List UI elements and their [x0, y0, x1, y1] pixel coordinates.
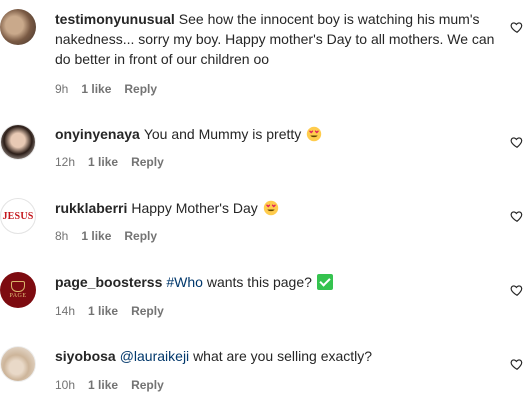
- comment-username[interactable]: page_boosterss: [55, 274, 162, 290]
- avatar-text: JESUS: [2, 210, 34, 222]
- heart-icon[interactable]: [510, 357, 524, 371]
- comment-username[interactable]: siyobosa: [55, 348, 116, 364]
- avatar[interactable]: [0, 124, 36, 160]
- heart-icon[interactable]: [510, 209, 524, 223]
- comment-body: testimonyunusual See how the innocent boy…: [55, 9, 495, 69]
- comment-hashtag[interactable]: #Who: [166, 274, 203, 290]
- comment-time[interactable]: 10h: [55, 378, 75, 392]
- comment-item: JESUS rukklaberri Happy Mother's Day 8h 1 …: [0, 189, 531, 249]
- comment-username[interactable]: rukklaberri: [55, 200, 127, 216]
- comment-username[interactable]: testimonyunusual: [55, 11, 175, 27]
- avatar[interactable]: JESUS: [0, 198, 36, 234]
- comment-body: onyinyenaya You and Mummy is pretty: [55, 124, 495, 144]
- check-mark-icon: [316, 274, 333, 290]
- comment-body: page_boosterss #Who wants this page?: [55, 272, 495, 292]
- comment-item: testimonyunusual See how the innocent boy…: [0, 0, 531, 100]
- comment-meta: 14h 1 like Reply: [55, 303, 177, 319]
- comment-meta: 10h 1 like Reply: [55, 377, 177, 393]
- heart-icon[interactable]: [510, 20, 524, 34]
- reply-button[interactable]: Reply: [124, 229, 157, 243]
- reply-button[interactable]: Reply: [131, 155, 164, 169]
- comment-likes[interactable]: 1 like: [88, 304, 118, 318]
- comment-meta: 8h 1 like Reply: [55, 228, 170, 244]
- heart-eyes-emoji-icon: [263, 200, 278, 216]
- reply-button[interactable]: Reply: [131, 304, 164, 318]
- comment-likes[interactable]: 1 like: [81, 82, 111, 96]
- heart-icon[interactable]: [510, 135, 524, 149]
- avatar[interactable]: [0, 9, 36, 45]
- comment-item: onyinyenaya You and Mummy is pretty 12h 1 …: [0, 115, 531, 175]
- comment-meta: 12h 1 like Reply: [55, 154, 177, 170]
- reply-button[interactable]: Reply: [131, 378, 164, 392]
- comment-text: wants this page?: [206, 274, 312, 290]
- comment-time[interactable]: 12h: [55, 155, 75, 169]
- comment-text: what are you selling exactly?: [193, 348, 373, 364]
- comment-item: siyobosa @lauraikeji what are you selling…: [0, 337, 531, 397]
- avatar[interactable]: [0, 346, 36, 382]
- comment-body: rukklaberri Happy Mother's Day: [55, 198, 495, 218]
- crest-icon: [11, 281, 25, 292]
- comment-item: PAGE page_boosterss #Who wants this page?…: [0, 263, 531, 323]
- comment-likes[interactable]: 1 like: [88, 378, 118, 392]
- comment-text: Happy Mother's Day: [131, 200, 258, 216]
- comment-text: You and Mummy is pretty: [143, 126, 302, 142]
- comment-time[interactable]: 14h: [55, 304, 75, 318]
- comment-likes[interactable]: 1 like: [81, 229, 111, 243]
- avatar-text: PAGE: [9, 293, 27, 299]
- comment-body: siyobosa @lauraikeji what are you selling…: [55, 346, 495, 366]
- comment-time[interactable]: 9h: [55, 82, 68, 96]
- heart-eyes-emoji-icon: [306, 126, 322, 142]
- comment-mention[interactable]: @lauraikeji: [120, 348, 189, 364]
- heart-icon[interactable]: [510, 283, 524, 297]
- comment-likes[interactable]: 1 like: [88, 155, 118, 169]
- comment-meta: 9h 1 like Reply: [55, 81, 170, 97]
- avatar[interactable]: PAGE: [0, 272, 36, 308]
- comment-time[interactable]: 8h: [55, 229, 68, 243]
- reply-button[interactable]: Reply: [124, 82, 157, 96]
- comment-username[interactable]: onyinyenaya: [55, 126, 140, 142]
